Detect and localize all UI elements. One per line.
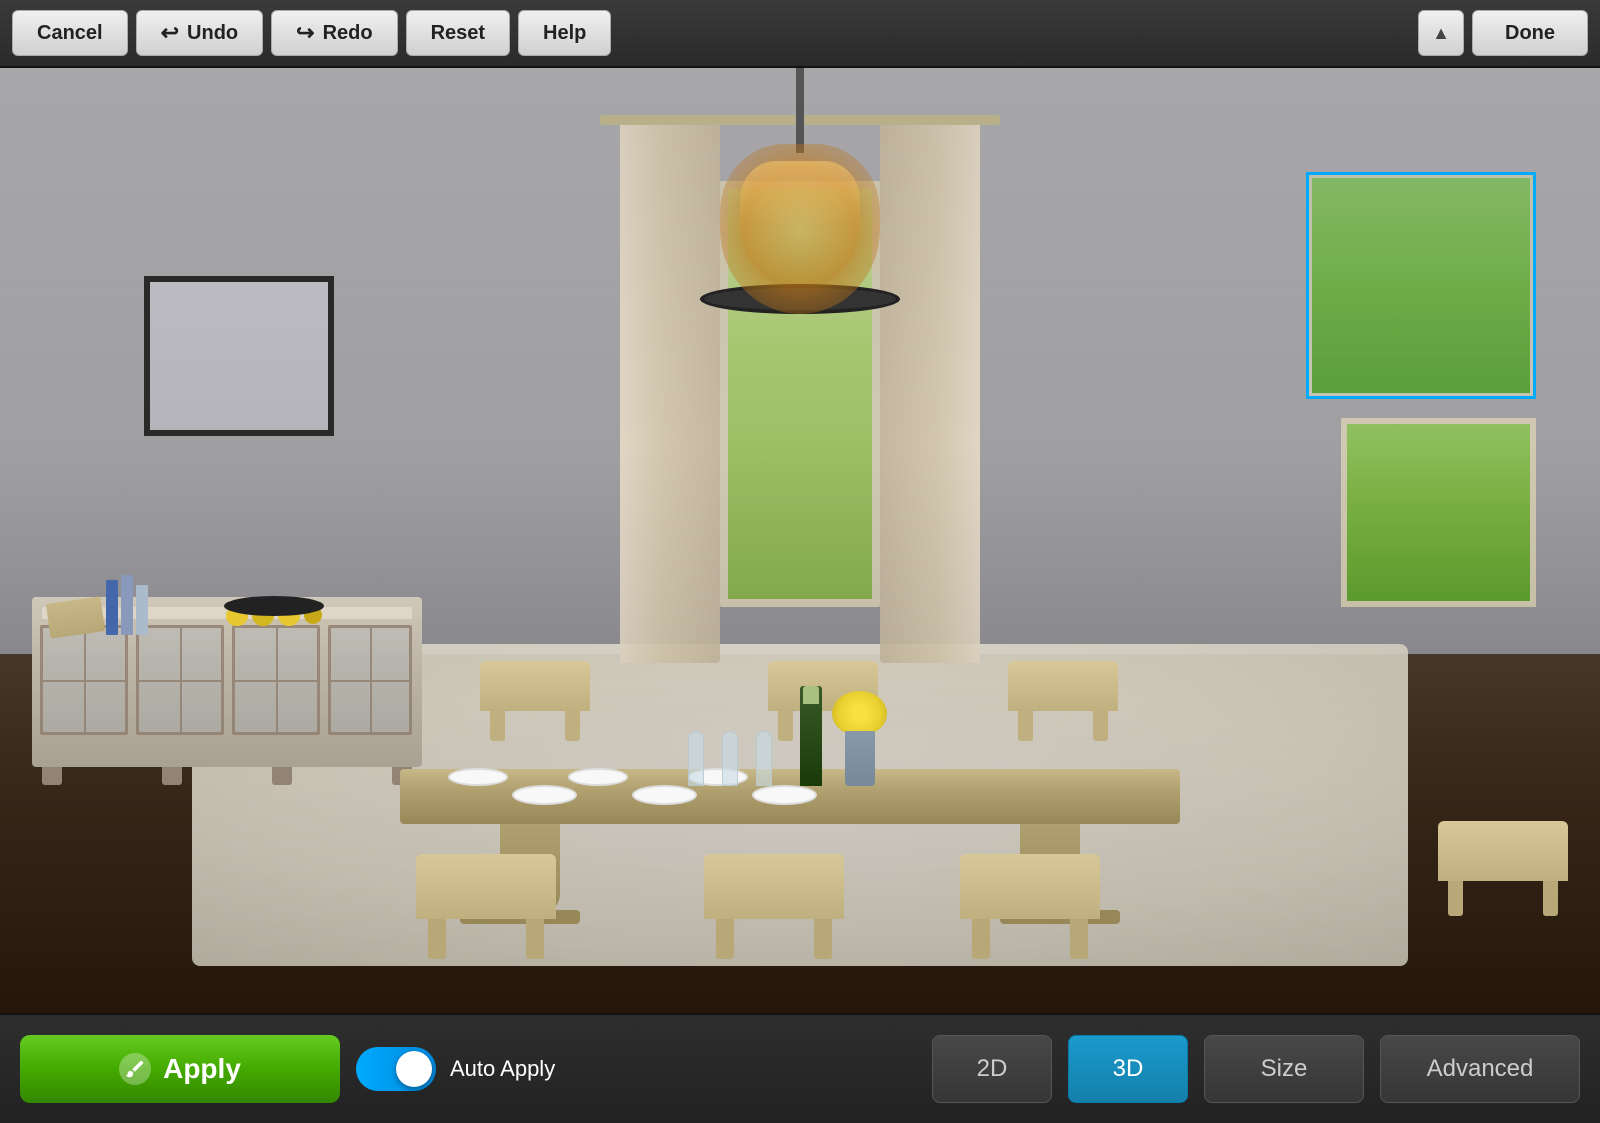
done-label: Done [1505,22,1555,44]
chair-right-end [1438,821,1568,881]
size-button[interactable]: Size [1204,1035,1364,1103]
top-toolbar: Cancel ↩ Undo ↪ Redo Reset Help ▲ Done [0,0,1600,68]
auto-apply-section: Auto Apply [356,1047,555,1091]
view-2d-label: 2D [977,1055,1008,1083]
apply-icon [119,1053,151,1085]
auto-apply-toggle[interactable] [356,1047,436,1091]
wine-glasses [688,731,772,786]
window-right-top[interactable] [1306,172,1536,399]
sideboard-door-2 [136,625,224,735]
view-3d-label: 3D [1113,1055,1144,1083]
advanced-label: Advanced [1427,1055,1534,1083]
wine-bottle [800,686,822,786]
reset-button[interactable]: Reset [406,10,510,56]
chair-back-3 [1008,661,1118,711]
redo-label: Redo [323,22,373,45]
sideboard-door-3 [232,625,320,735]
help-label: Help [543,22,586,45]
size-label: Size [1261,1055,1308,1083]
undo-button[interactable]: ↩ Undo [136,10,264,56]
view-3d-button[interactable]: 3D [1068,1035,1188,1103]
apply-label: Apply [163,1053,241,1085]
scene-viewport[interactable] [0,68,1600,1013]
chair-back-1 [480,661,590,711]
chandelier-chain [796,68,804,153]
collapse-button[interactable]: ▲ [1418,10,1464,56]
undo-icon: ↩ [161,20,179,46]
paint-icon [124,1058,146,1080]
redo-icon: ↪ [296,20,314,46]
flower-vase [832,691,887,786]
fruit-bowl [224,586,324,626]
view-2d-button[interactable]: 2D [932,1035,1052,1103]
art-frame[interactable] [144,276,334,436]
apply-button[interactable]: Apply [20,1035,340,1103]
cancel-label: Cancel [37,22,103,45]
auto-apply-label: Auto Apply [450,1056,555,1082]
cancel-button[interactable]: Cancel [12,10,128,56]
chair-front-3 [960,854,1100,919]
bottom-toolbar: Apply Auto Apply 2D 3D Size Advanced [0,1013,1600,1123]
collapse-icon: ▲ [1432,23,1450,44]
undo-label: Undo [187,22,238,45]
chandelier-body [700,144,900,314]
reset-label: Reset [431,22,485,45]
done-button[interactable]: Done [1472,10,1588,56]
window-right-bottom[interactable] [1341,418,1536,607]
help-button[interactable]: Help [518,10,611,56]
redo-button[interactable]: ↪ Redo [271,10,397,56]
toggle-knob [396,1051,432,1087]
books-decoration [48,575,148,635]
place-settings-front [512,785,817,805]
chair-front-2 [704,854,844,919]
sideboard-door-1 [40,625,128,735]
advanced-button[interactable]: Advanced [1380,1035,1580,1103]
room-background [0,68,1600,1013]
sideboard-door-4 [328,625,412,735]
chair-front-1 [416,854,556,919]
